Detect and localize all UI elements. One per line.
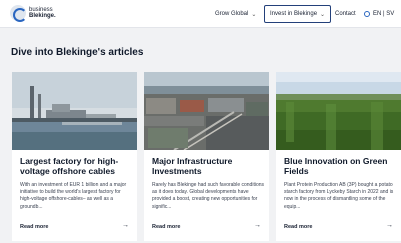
arrow-right-icon[interactable]: → [122, 222, 129, 229]
article-card[interactable]: Major Infrastructure Investments Rarely … [144, 72, 269, 241]
business-blekinge-logo[interactable]: business Blekinge. [10, 5, 56, 22]
article-description: Rarely has Blekinge had such favorable c… [152, 182, 265, 210]
section-heading: Dive into Blekinge's articles [11, 47, 144, 58]
article-card[interactable]: Blue Innovation on Green Fields Plant Pr… [276, 72, 401, 241]
article-description: With an investment of EUR 1 billion and … [20, 182, 127, 210]
read-more-link[interactable]: Read more [284, 224, 312, 230]
arrow-right-icon[interactable]: → [386, 222, 393, 229]
nav-contact[interactable]: Contact [335, 0, 356, 28]
logo-line-2: Blekinge. [29, 13, 56, 19]
nav-grow-global[interactable]: Grow Global ⌄ [215, 0, 256, 28]
article-image-factory-harbor [12, 72, 137, 150]
read-more-link[interactable]: Read more [20, 224, 48, 230]
language-label: EN | SV [373, 11, 395, 17]
logo-wordmark: business Blekinge. [29, 7, 56, 19]
nav-contact-label: Contact [335, 11, 356, 17]
article-image-green-field [276, 72, 401, 150]
nav-invest-in-blekinge[interactable]: Invest in Blekinge ⌄ [264, 5, 332, 23]
chevron-down-icon: ⌄ [320, 11, 326, 18]
nav-grow-global-label: Grow Global [215, 11, 249, 17]
article-image-city-aerial [144, 72, 269, 150]
read-more-link[interactable]: Read more [152, 224, 180, 230]
article-title[interactable]: Blue Innovation on Green Fields [284, 156, 396, 176]
article-card[interactable]: Largest factory for high-voltage offshor… [12, 72, 137, 241]
article-title[interactable]: Major Infrastructure Investments [152, 156, 264, 176]
arrow-right-icon[interactable]: → [254, 222, 261, 229]
chevron-down-icon: ⌄ [251, 11, 257, 18]
top-navigation-bar: business Blekinge. Grow Global ⌄ Invest … [0, 0, 401, 28]
globe-icon [364, 11, 370, 17]
nav-invest-label: Invest in Blekinge [270, 11, 318, 17]
logo-emblem-icon [10, 5, 27, 22]
article-description: Plant Protein Production AB (3P) bought … [284, 182, 394, 210]
article-title[interactable]: Largest factory for high-voltage offshor… [20, 156, 132, 176]
language-switcher[interactable]: EN | SV [364, 0, 394, 28]
